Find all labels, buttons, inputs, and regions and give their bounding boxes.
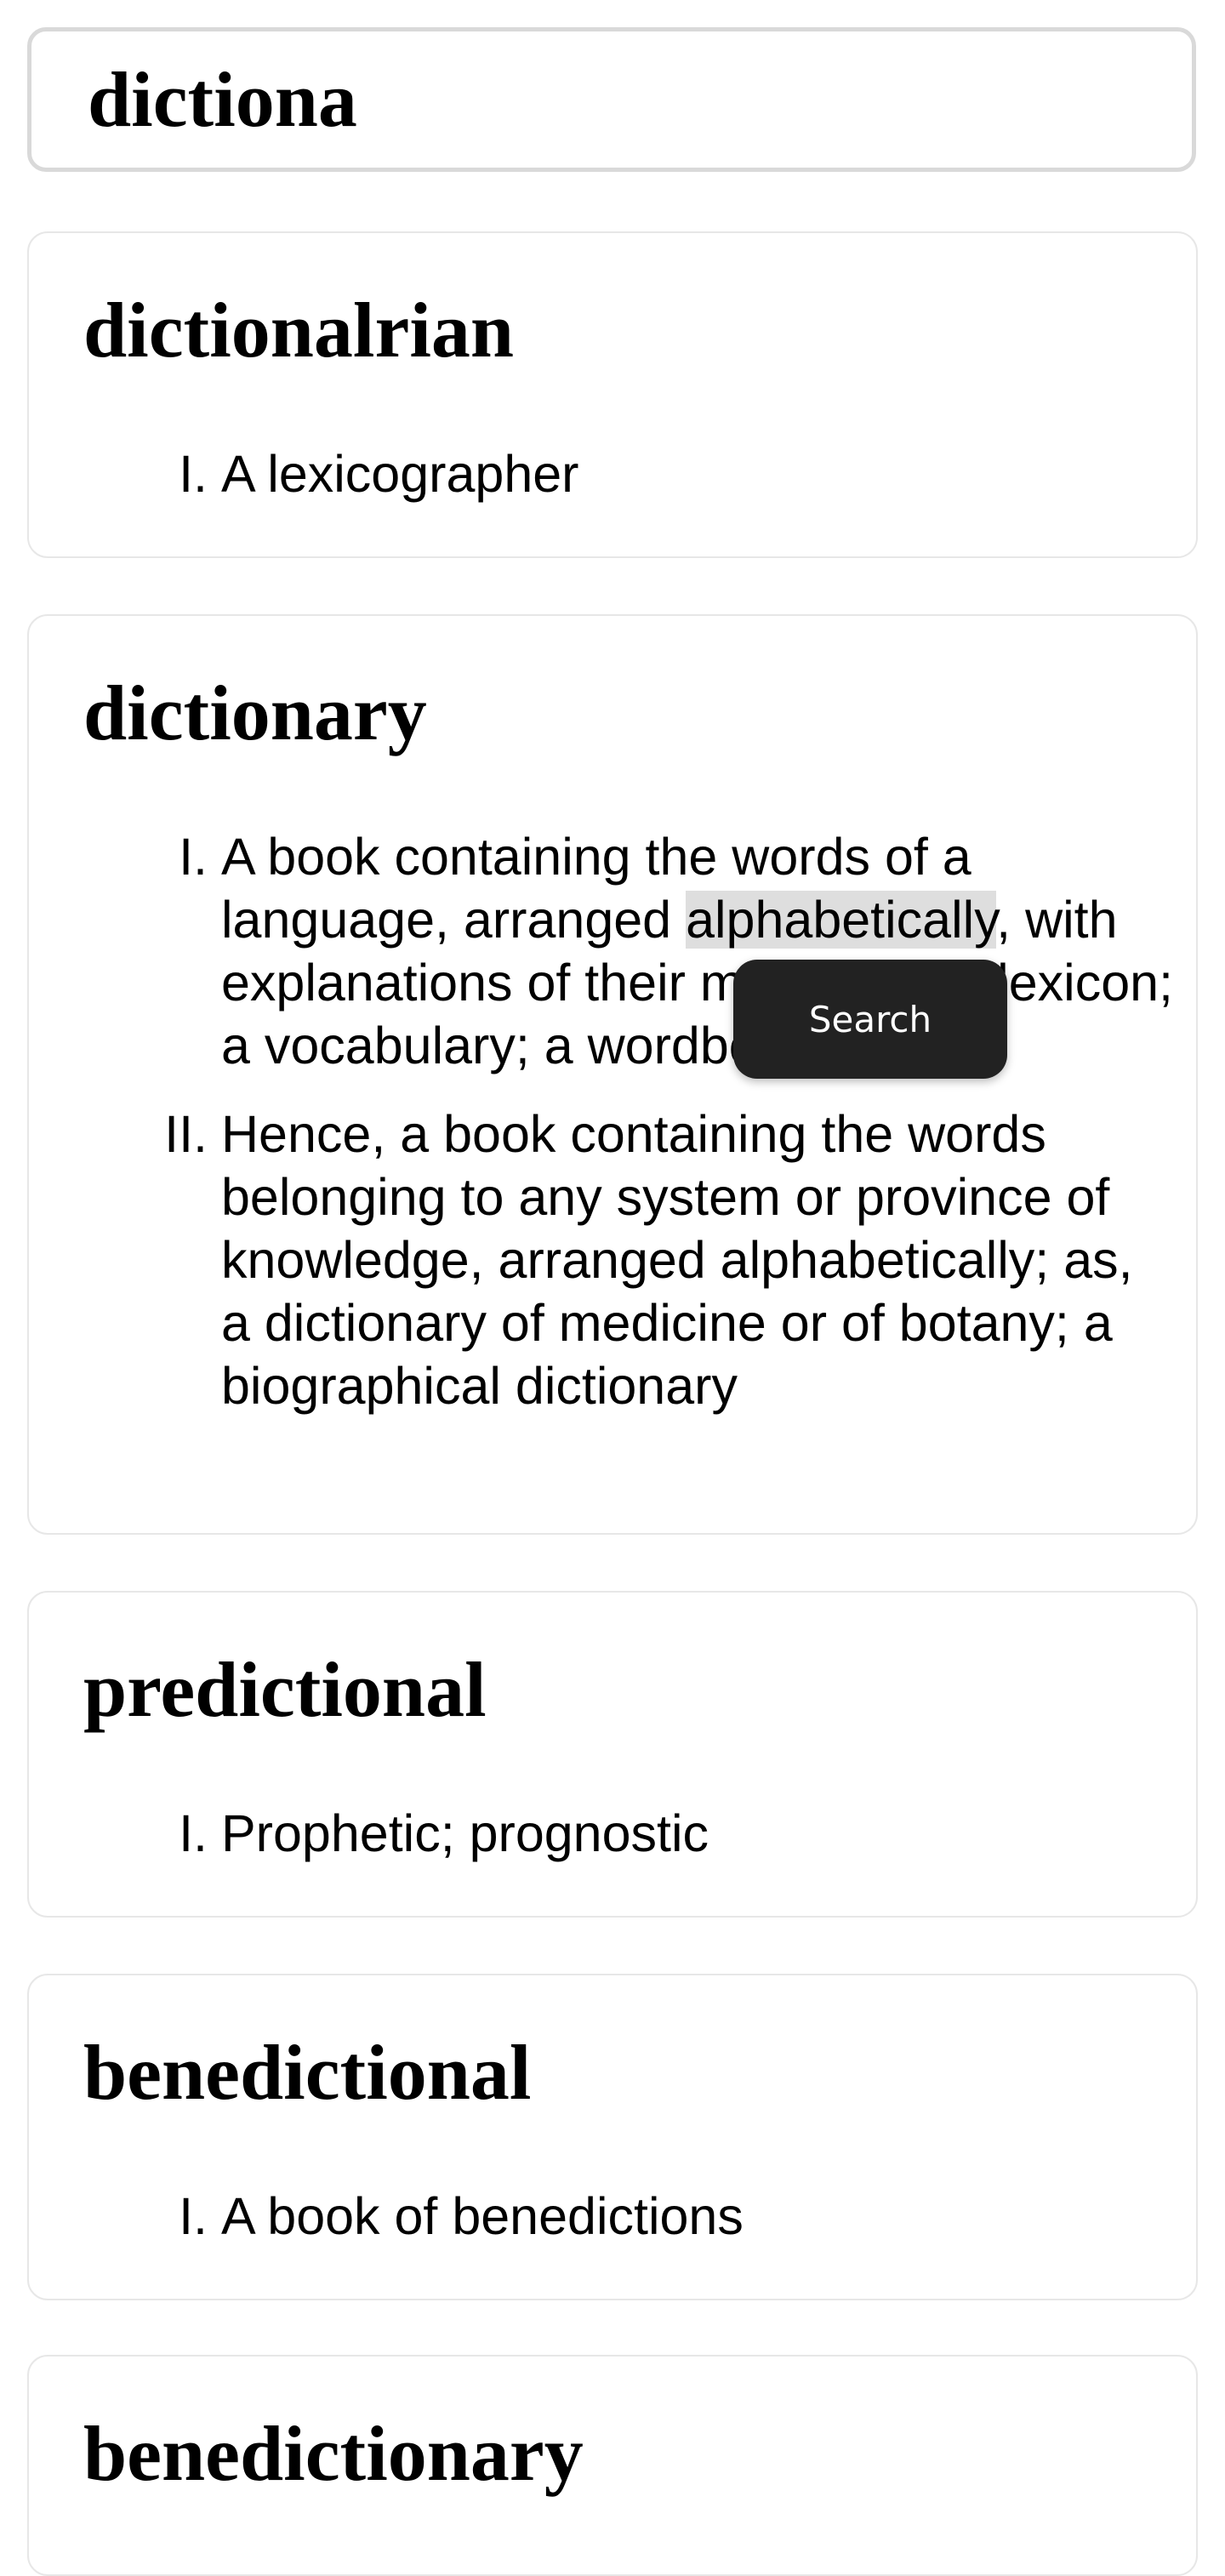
definition-text: Prophetic; prognostic	[221, 1804, 709, 1862]
result-card-benedictional: benedictional I. A book of benedictions	[27, 1974, 1198, 2300]
definition-item: II. Hence, a book containing the words b…	[29, 1103, 1174, 1417]
headword: predictional	[83, 1646, 487, 1733]
definition-text: A book containing the words of a languag…	[221, 828, 1173, 1074]
definition-item: I. Prophetic; prognostic	[29, 1802, 1174, 1865]
result-card-dictionary: dictionary I. A book containing the word…	[27, 614, 1198, 1535]
definition-text: A book of benedictions	[221, 2187, 744, 2245]
definition-list: I. Prophetic; prognostic	[29, 1802, 1174, 1865]
headword: dictionalrian	[83, 287, 515, 373]
result-card-predictional: predictional I. Prophetic; prognostic	[27, 1591, 1198, 1918]
headword: benedictional	[83, 2029, 532, 2116]
selection-search-label: Search	[808, 998, 932, 1040]
definition-list: I. A book of benedictions	[29, 2185, 1174, 2248]
definition-numeral: I.	[179, 828, 208, 886]
definition-list: I. A lexicographer	[29, 442, 1174, 505]
selected-text[interactable]: alphabetically	[686, 891, 997, 949]
definition-list: I. A book containing the words of a lang…	[29, 825, 1174, 1417]
definition-text: Hence, a book containing the words belon…	[221, 1105, 1133, 1415]
definition-item: I. A book of benedictions	[29, 2185, 1174, 2248]
definition-numeral: I.	[179, 445, 208, 503]
selection-search-button[interactable]: Search	[733, 960, 1007, 1079]
definition-numeral: I.	[179, 2187, 208, 2245]
result-card-dictionalrian: dictionalrian I. A lexicographer	[27, 231, 1198, 558]
search-box[interactable]	[27, 27, 1196, 172]
definition-numeral: I.	[179, 1804, 208, 1862]
definition-text: A lexicographer	[221, 445, 579, 503]
definition-item: I. A lexicographer	[29, 442, 1174, 505]
definition-numeral: II.	[164, 1105, 208, 1163]
headword: dictionary	[83, 670, 427, 756]
headword: benedictionary	[83, 2410, 584, 2497]
result-card-benedictionary: benedictionary	[27, 2355, 1198, 2576]
search-input[interactable]	[88, 54, 1108, 145]
